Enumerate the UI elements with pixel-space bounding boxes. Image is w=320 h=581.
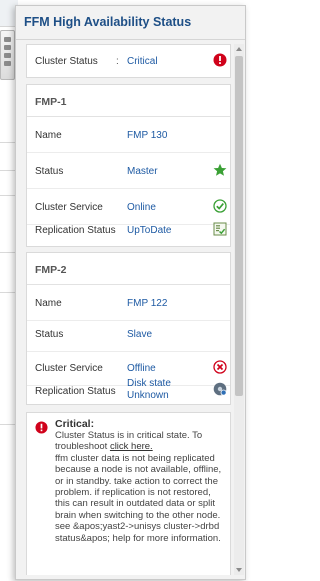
unknown-disk-icon: [213, 382, 227, 396]
panel-content: Cluster Status : Critical FMP-1 Name FMP…: [22, 44, 233, 575]
fmp1-card: FMP-1 Name FMP 130 Status Master Cluster…: [26, 84, 231, 247]
scrollbar-thumb[interactable]: [235, 56, 243, 396]
fmp1-name-row: Name FMP 130: [27, 117, 230, 153]
separator: :: [116, 56, 119, 67]
cluster-status-label: Cluster Status: [35, 56, 98, 67]
scroll-up-icon[interactable]: [236, 47, 242, 51]
row-value[interactable]: Offline: [127, 363, 156, 374]
vertical-scrollbar[interactable]: [234, 44, 244, 575]
alert-detail: ffm cluster data is not being replicated…: [55, 452, 222, 544]
fmp1-cluster-service-row: Cluster Service Online: [27, 189, 230, 225]
scroll-down-icon[interactable]: [236, 568, 242, 572]
panel-title: FFM High Availability Status: [24, 15, 192, 29]
row-label: Replication Status: [35, 225, 116, 236]
row-label: Replication Status: [35, 386, 116, 397]
cluster-status-value[interactable]: Critical: [127, 56, 158, 67]
ha-status-panel: FFM High Availability Status Cluster Sta…: [15, 5, 246, 580]
row-value[interactable]: Master: [127, 166, 158, 177]
x-circle-icon: [213, 360, 227, 374]
fmp1-replication-row: Replication Status UpToDate: [27, 222, 230, 247]
row-label: Status: [35, 166, 64, 177]
alert-title: Critical:: [55, 418, 95, 430]
alert-message: Cluster Status is in critical state. To …: [55, 430, 225, 544]
cluster-status-card: Cluster Status : Critical: [26, 44, 231, 78]
row-value[interactable]: FMP 130: [127, 130, 167, 141]
row-label: Cluster Service: [35, 202, 103, 213]
fmp2-card: FMP-2 Name FMP 122 Status Slave Cluster …: [26, 252, 231, 405]
fmp2-status-row: Status Slave: [27, 316, 230, 352]
row-label: Status: [35, 329, 64, 340]
fmp1-status-row: Status Master: [27, 153, 230, 189]
row-value[interactable]: UpToDate: [127, 225, 171, 236]
title-divider: [16, 39, 245, 40]
fmp2-title: FMP-2: [35, 264, 67, 276]
server-stack-icon[interactable]: [0, 30, 15, 80]
error-icon: [35, 421, 48, 434]
row-value-line2: Unknown: [127, 390, 169, 401]
check-circle-icon: [213, 199, 227, 213]
fmp2-replication-row: Replication Status Disk state Unknown: [27, 378, 230, 406]
row-value[interactable]: Disk state Unknown: [127, 378, 171, 402]
row-value[interactable]: FMP 122: [127, 298, 167, 309]
cluster-status-row: Cluster Status : Critical: [27, 44, 230, 80]
critical-alert: Critical: Cluster Status is in critical …: [26, 412, 231, 575]
row-value[interactable]: Slave: [127, 329, 152, 340]
row-label: Name: [35, 298, 62, 309]
troubleshoot-link[interactable]: click here.: [110, 441, 153, 452]
row-value-line1: Disk state: [127, 378, 171, 389]
sync-ok-icon: [213, 222, 227, 236]
row-label: Cluster Service: [35, 363, 103, 374]
row-label: Name: [35, 130, 62, 141]
star-icon: [213, 163, 227, 176]
row-value[interactable]: Online: [127, 202, 156, 213]
error-icon: [213, 53, 227, 67]
fmp1-title: FMP-1: [35, 96, 67, 108]
